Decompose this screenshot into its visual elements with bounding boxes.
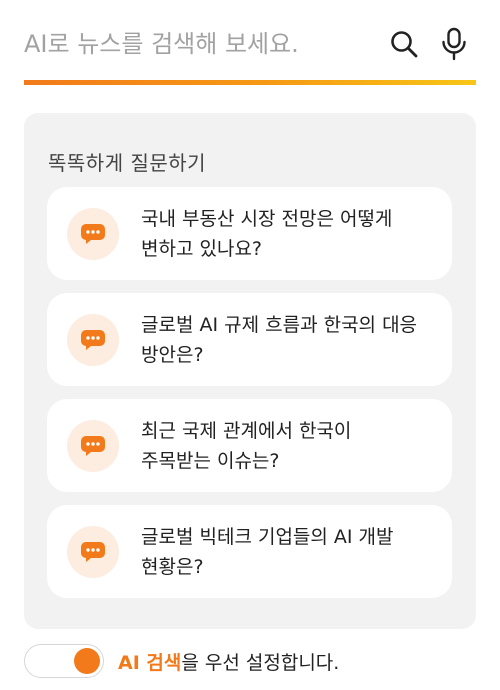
chat-bubble-icon	[67, 314, 119, 366]
suggestion-card[interactable]: 최근 국제 관계에서 한국이 주목받는 이슈는?	[47, 399, 452, 492]
chat-bubble-icon	[67, 208, 119, 260]
ai-search-label-rest: 을 우선 설정합니다.	[181, 651, 340, 674]
ai-search-preference-row: AI 검색을 우선 설정합니다.	[24, 644, 339, 678]
voice-search-button[interactable]	[432, 22, 476, 66]
ai-search-toggle-label: AI 검색을 우선 설정합니다.	[118, 648, 339, 675]
search-bar	[24, 14, 476, 74]
suggestion-text: 국내 부동산 시장 전망은 어떻게 변하고 있나요?	[141, 207, 393, 260]
suggestion-card[interactable]: 글로벌 AI 규제 흐름과 한국의 대응 방안은?	[47, 293, 452, 386]
chat-bubble-icon	[67, 420, 119, 472]
chat-bubble-icon	[67, 526, 119, 578]
search-input[interactable]	[24, 14, 382, 74]
microphone-icon	[442, 27, 466, 61]
ai-news-search-page: 똑똑하게 질문하기 국내 부동산 시장 전망은 어떻게 변하고 있나요?	[0, 0, 500, 690]
suggestion-card[interactable]: 국내 부동산 시장 전망은 어떻게 변하고 있나요?	[47, 187, 452, 280]
suggestion-text: 글로벌 빅테크 기업들의 AI 개발 현황은?	[141, 525, 394, 578]
search-icon	[391, 31, 418, 58]
suggested-questions-panel: 똑똑하게 질문하기 국내 부동산 시장 전망은 어떻게 변하고 있나요? 글로벌…	[24, 113, 476, 629]
suggestion-card[interactable]: 글로벌 빅테크 기업들의 AI 개발 현황은?	[47, 505, 452, 598]
suggestion-text: 글로벌 AI 규제 흐름과 한국의 대응 방안은?	[141, 313, 418, 366]
search-button[interactable]	[382, 22, 426, 66]
suggestion-text: 최근 국제 관계에서 한국이 주목받는 이슈는?	[141, 419, 352, 472]
ai-search-highlight: AI 검색	[118, 651, 182, 674]
toggle-knob	[74, 648, 100, 674]
panel-title: 똑똑하게 질문하기	[48, 151, 207, 175]
search-underline	[24, 80, 476, 85]
ai-search-toggle[interactable]	[24, 644, 104, 678]
